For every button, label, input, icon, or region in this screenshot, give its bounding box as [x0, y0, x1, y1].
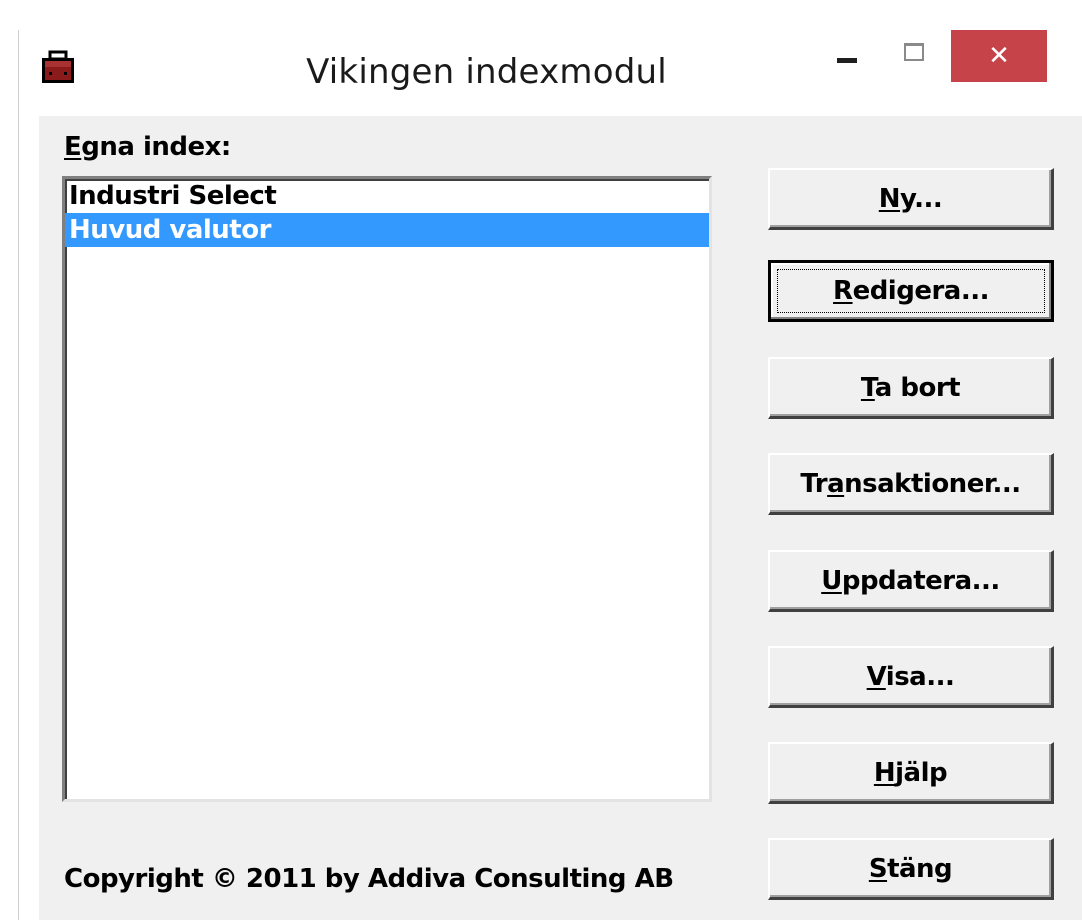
- close-dialog-button-label: Stäng: [868, 853, 953, 884]
- maximize-button[interactable]: [887, 30, 941, 82]
- update-button-label: Uppdatera...: [821, 565, 1000, 596]
- close-icon: ✕: [988, 41, 1010, 71]
- new-button-label: Ny...: [878, 183, 943, 214]
- show-button[interactable]: Visa...: [768, 646, 1054, 708]
- edit-button-label: Redigera...: [833, 276, 989, 306]
- transactions-button-label: Transaktioner...: [800, 468, 1021, 499]
- title-bar[interactable]: Vikingen indexmodul ✕: [19, 30, 1082, 114]
- delete-button-label: Ta bort: [860, 372, 961, 403]
- minimize-icon: [837, 57, 857, 63]
- maximize-icon: [904, 43, 924, 61]
- transactions-button[interactable]: Transaktioner...: [768, 453, 1054, 515]
- help-button[interactable]: Hjälp: [768, 742, 1054, 804]
- show-button-label: Visa...: [866, 661, 955, 692]
- list-item[interactable]: Industri Select: [65, 179, 709, 213]
- list-item-selected[interactable]: Huvud valutor: [65, 213, 709, 247]
- dialog-window: Vikingen indexmodul ✕ Egna index: Indust…: [18, 30, 1082, 920]
- own-index-label-mnemonic: E: [64, 132, 82, 162]
- delete-button[interactable]: Ta bort: [768, 357, 1054, 419]
- new-button[interactable]: Ny...: [768, 168, 1054, 230]
- own-index-listbox[interactable]: Industri Select Huvud valutor: [62, 176, 712, 802]
- window-title: Vikingen indexmodul: [306, 52, 667, 92]
- close-button[interactable]: ✕: [951, 30, 1047, 82]
- own-index-label: Egna index:: [64, 132, 231, 162]
- help-button-label: Hjälp: [873, 757, 948, 788]
- own-index-label-text: gna index:: [81, 132, 231, 162]
- edit-button[interactable]: Redigera...: [768, 260, 1054, 322]
- update-button[interactable]: Uppdatera...: [768, 550, 1054, 612]
- dialog-client-area: Egna index: Industri Select Huvud valuto…: [39, 114, 1082, 920]
- close-dialog-button[interactable]: Stäng: [768, 838, 1054, 900]
- minimize-button[interactable]: [819, 30, 875, 82]
- copyright-text: Copyright © 2011 by Addiva Consulting AB: [64, 864, 674, 894]
